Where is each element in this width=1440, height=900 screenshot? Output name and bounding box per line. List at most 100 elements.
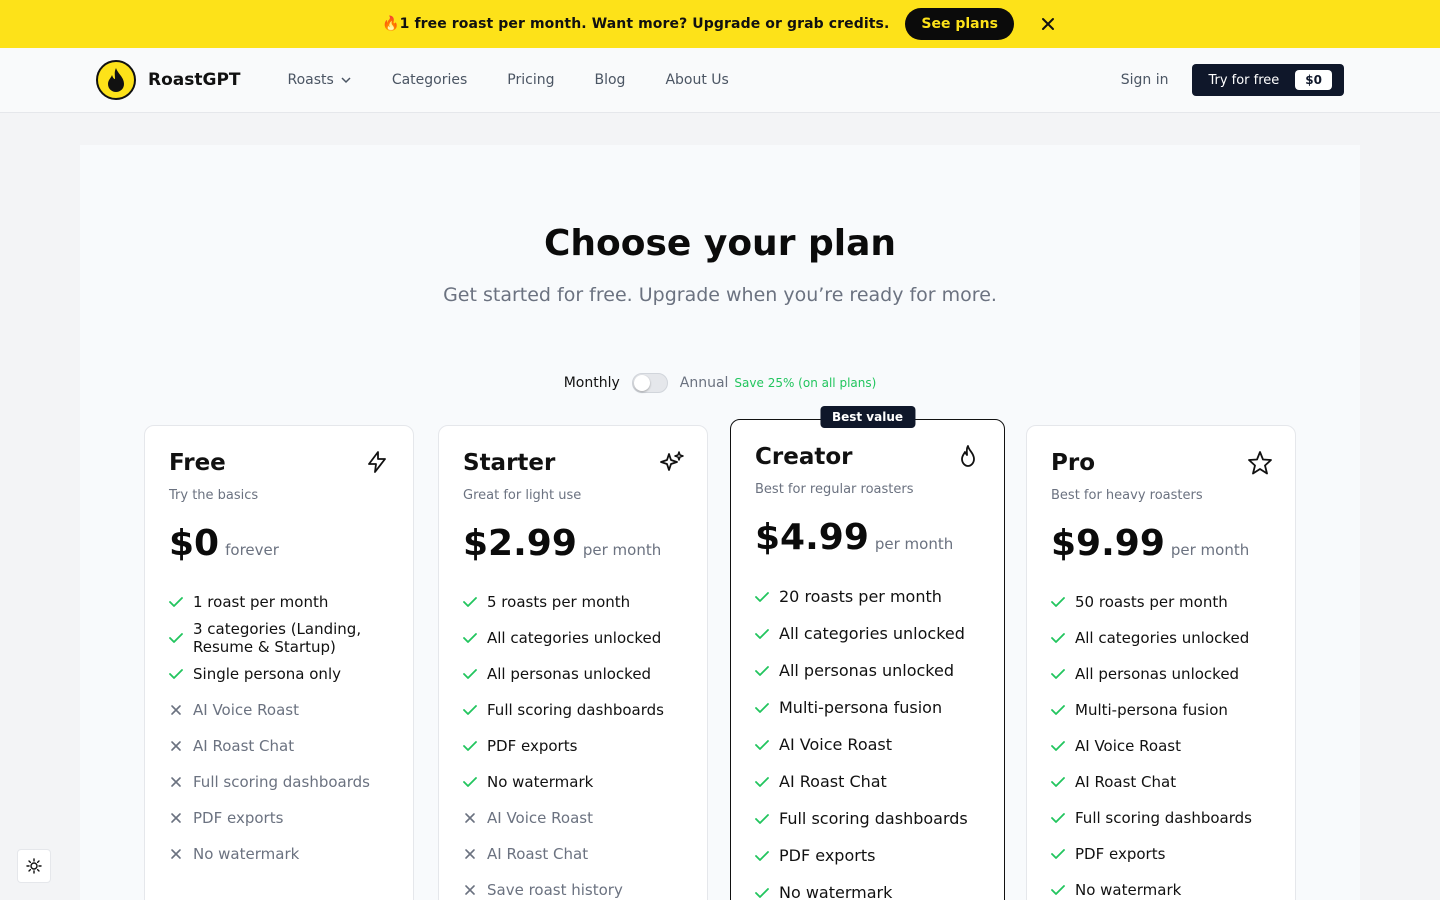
try-for-free-button[interactable]: Try for free $0	[1192, 64, 1344, 96]
page-title: Choose your plan	[543, 223, 897, 264]
check-icon	[755, 887, 769, 899]
check-icon	[755, 591, 769, 603]
feature-item: AI Roast Chat	[1051, 764, 1271, 800]
check-icon	[1051, 704, 1065, 716]
feature-text: All categories unlocked	[487, 629, 662, 647]
feature-item: PDF exports	[1051, 836, 1271, 872]
feature-list: 5 roasts per month All categories unlocke…	[463, 584, 683, 900]
feature-text: Multi-persona fusion	[1075, 701, 1228, 719]
feature-text: All personas unlocked	[1075, 665, 1240, 683]
feature-item: All personas unlocked	[463, 656, 683, 692]
check-icon	[1051, 632, 1065, 644]
feature-item: 50 roasts per month	[1051, 584, 1271, 620]
plan-name: Free	[169, 450, 226, 476]
plan-name: Starter	[463, 450, 556, 476]
feature-text: AI Voice Roast	[779, 735, 893, 754]
check-icon	[463, 596, 477, 608]
feature-item: AI Voice Roast	[169, 692, 389, 728]
sun-icon	[26, 858, 42, 874]
feature-item: 5 roasts per month	[463, 584, 683, 620]
brand-name: RoastGPT	[148, 70, 241, 90]
flame-logo-icon	[96, 60, 136, 100]
see-plans-button[interactable]: See plans	[905, 8, 1014, 40]
feature-text: Full scoring dashboards	[779, 809, 968, 828]
billing-toggle[interactable]	[631, 373, 668, 393]
feature-item: 20 roasts per month	[755, 578, 980, 615]
plan-tagline: Best for heavy roasters	[1051, 488, 1203, 503]
chevron-down-icon	[341, 77, 351, 84]
nav-categories[interactable]: Categories	[392, 72, 467, 88]
plan-price: $4.99	[755, 517, 869, 558]
x-icon	[169, 848, 183, 860]
top-nav: RoastGPT Roasts Categories Pricing Blog …	[0, 48, 1440, 113]
feature-text: AI Roast Chat	[487, 845, 589, 863]
feature-item: No watermark	[755, 874, 980, 900]
feature-text: AI Roast Chat	[193, 737, 295, 755]
check-icon	[1051, 776, 1065, 788]
nav-pricing[interactable]: Pricing	[507, 72, 554, 88]
feature-item: All personas unlocked	[755, 652, 980, 689]
feature-item: AI Voice Roast	[755, 726, 980, 763]
x-icon	[169, 812, 183, 824]
feature-item: Full scoring dashboards	[755, 800, 980, 837]
feature-item: AI Voice Roast	[463, 800, 683, 836]
feature-text: Full scoring dashboards	[193, 773, 370, 791]
plan-period: per month	[582, 541, 662, 559]
feature-item: No watermark	[463, 764, 683, 800]
feature-item: Multi-persona fusion	[1051, 692, 1271, 728]
feature-item: Full scoring dashboards	[169, 764, 389, 800]
feature-text: Full scoring dashboards	[487, 701, 664, 719]
feature-text: No watermark	[487, 773, 594, 791]
brand-logo[interactable]: RoastGPT	[96, 60, 241, 100]
feature-item: Multi-persona fusion	[755, 689, 980, 726]
feature-text: Save roast history	[487, 881, 623, 899]
feature-item: No watermark	[1051, 872, 1271, 900]
feature-text: AI Voice Roast	[193, 701, 299, 719]
pricing-section: Choose your plan Get started for free. U…	[80, 145, 1360, 900]
feature-item: PDF exports	[755, 837, 980, 874]
feature-text: 5 roasts per month	[487, 593, 631, 611]
x-icon	[169, 776, 183, 788]
plan-card-pro: Pro Best for heavy roasters $9.99 per mo…	[1026, 425, 1296, 900]
annual-label[interactable]: Annual	[680, 375, 729, 391]
x-icon	[463, 848, 477, 860]
feature-item: AI Roast Chat	[755, 763, 980, 800]
check-icon	[755, 702, 769, 714]
check-icon	[1051, 884, 1065, 896]
check-icon	[463, 776, 477, 788]
nav-blog[interactable]: Blog	[595, 72, 626, 88]
feature-text: No watermark	[1075, 881, 1182, 899]
plan-price: $9.99	[1051, 523, 1165, 564]
best-value-badge: Best value	[819, 406, 916, 428]
sign-in-link[interactable]: Sign in	[1121, 72, 1169, 88]
check-icon	[169, 596, 183, 608]
feature-text: No watermark	[779, 883, 893, 900]
star-icon	[1247, 450, 1272, 475]
nav-roasts[interactable]: Roasts	[288, 72, 352, 88]
feature-text: Full scoring dashboards	[1075, 809, 1252, 827]
feature-text: 20 roasts per month	[779, 587, 942, 606]
check-icon	[1051, 668, 1065, 680]
theme-toggle-button[interactable]	[17, 849, 51, 883]
feature-list: 20 roasts per month All categories unlock…	[755, 578, 980, 900]
check-icon	[169, 668, 183, 680]
feature-text: PDF exports	[1075, 845, 1166, 863]
check-icon	[1051, 848, 1065, 860]
feature-text: PDF exports	[487, 737, 578, 755]
nav-about[interactable]: About Us	[665, 72, 728, 88]
monthly-label[interactable]: Monthly	[564, 375, 620, 391]
billing-toggle-row: Monthly Annual Save 25% (on all plans)	[80, 373, 1360, 393]
plan-period: per month	[1170, 541, 1250, 559]
feature-item: PDF exports	[169, 800, 389, 836]
check-icon	[1051, 596, 1065, 608]
feature-text: AI Roast Chat	[1075, 773, 1177, 791]
feature-list: 50 roasts per month All categories unlock…	[1051, 584, 1271, 900]
plan-card-creator: Best value Creator Best for regular roas…	[730, 406, 1005, 900]
check-icon	[463, 632, 477, 644]
feature-text: Single persona only	[193, 665, 341, 683]
feature-text: PDF exports	[779, 846, 876, 865]
feature-item: AI Voice Roast	[1051, 728, 1271, 764]
page-subtitle: Get started for free. Upgrade when you’r…	[443, 284, 997, 306]
feature-text: AI Voice Roast	[487, 809, 593, 827]
close-icon[interactable]	[1038, 14, 1058, 34]
